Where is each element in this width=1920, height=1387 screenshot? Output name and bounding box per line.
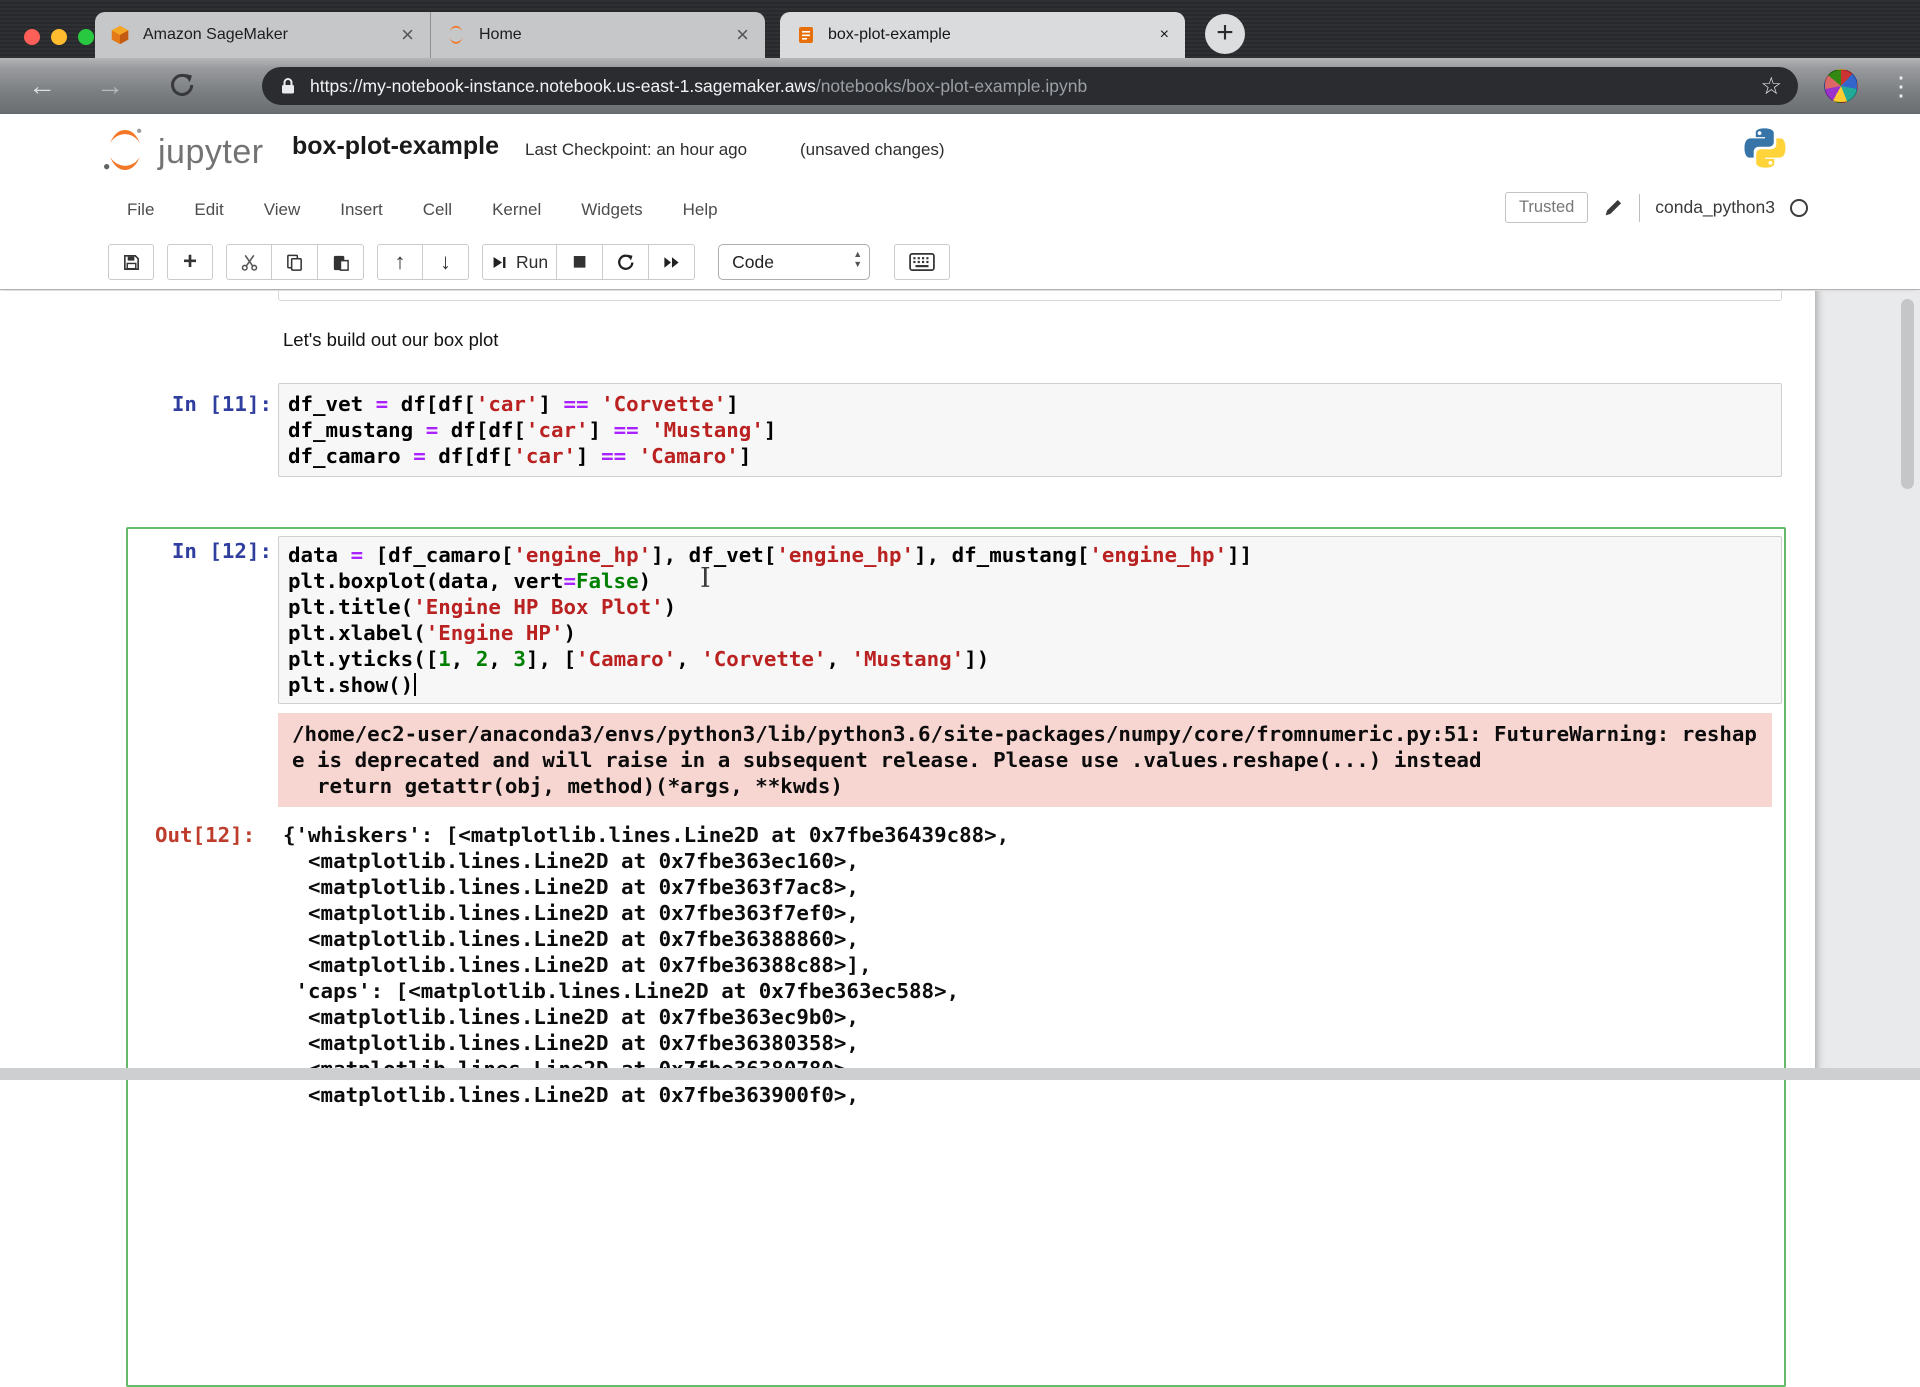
paste-icon xyxy=(331,253,350,272)
forward-icon[interactable]: → xyxy=(96,70,124,102)
tab-close-icon[interactable]: × xyxy=(734,24,751,46)
input-prompt: In [11]: xyxy=(126,391,272,417)
scrollbar[interactable] xyxy=(1901,299,1914,489)
zoom-window-button[interactable] xyxy=(78,29,94,45)
jupyter-logo[interactable]: jupyter xyxy=(100,125,264,175)
browser-profile-avatar[interactable] xyxy=(1824,69,1858,103)
run-label: Run xyxy=(516,252,548,273)
menu-cell[interactable]: Cell xyxy=(423,200,452,220)
tab-label: Home xyxy=(479,26,734,44)
partial-cell-above xyxy=(278,291,1782,301)
menu-widgets[interactable]: Widgets xyxy=(581,200,642,220)
unsaved-changes-status: (unsaved changes) xyxy=(800,140,945,160)
menu-view[interactable]: View xyxy=(264,200,301,220)
code-cell-11[interactable]: In [11]: df_vet = df[df['car'] == 'Corve… xyxy=(126,383,1786,477)
tab-label: Amazon SageMaker xyxy=(143,26,399,44)
code-input-area[interactable]: df_vet = df[df['car'] == 'Corvette']df_m… xyxy=(278,383,1782,477)
markdown-cell[interactable]: Let's build out our box plot xyxy=(283,329,498,351)
minimize-window-button[interactable] xyxy=(51,29,67,45)
code-cell-12-selected[interactable]: In [12]: data = [df_camaro['engine_hp'],… xyxy=(126,527,1786,1387)
move-cell-up-button[interactable]: ↑ xyxy=(377,244,423,280)
browser-tab-strip: Amazon SageMaker × Home × box-plot-examp… xyxy=(0,0,1920,58)
menu-edit[interactable]: Edit xyxy=(194,200,223,220)
notebook-title[interactable]: box-plot-example xyxy=(292,132,499,161)
move-cell-down-button[interactable]: ↓ xyxy=(423,244,469,280)
step-forward-icon xyxy=(491,254,508,271)
address-bar[interactable]: https://my-notebook-instance.notebook.us… xyxy=(262,67,1798,105)
output-row: Out[12]: {'whiskers': [<matplotlib.lines… xyxy=(128,816,1784,1108)
new-tab-button[interactable]: + xyxy=(1205,14,1245,54)
close-window-button[interactable] xyxy=(24,29,40,45)
cell-type-value: Code xyxy=(732,252,774,273)
notebook-area: Let's build out our box plot In [11]: df… xyxy=(0,291,1920,1080)
restart-icon xyxy=(615,252,636,273)
kernel-idle-indicator xyxy=(1790,199,1808,217)
jupyter-logo-icon xyxy=(100,125,150,175)
floppy-icon xyxy=(122,253,141,272)
checkpoint-status: Last Checkpoint: an hour ago xyxy=(525,140,747,160)
output-text: {'whiskers': [<matplotlib.lines.Line2D a… xyxy=(283,816,1784,1108)
menu-bar: File Edit View Insert Cell Kernel Widget… xyxy=(0,186,1920,234)
stderr-warning-output: /home/ec2-user/anaconda3/envs/python3/li… xyxy=(278,713,1772,807)
jupyter-tab-icon xyxy=(445,24,467,46)
tab-label: box-plot-example xyxy=(828,26,1160,44)
notebook-toolbar: + ↑ ↓ Run ■ xyxy=(0,234,1920,290)
url-text: https://my-notebook-instance.notebook.us… xyxy=(310,76,1087,97)
output-prompt: Out[12]: xyxy=(155,822,255,848)
restart-run-all-button[interactable] xyxy=(649,244,695,280)
input-prompt: In [12]: xyxy=(126,538,272,564)
menu-help[interactable]: Help xyxy=(683,200,718,220)
url-path: /notebooks/box-plot-example.ipynb xyxy=(816,76,1087,96)
interrupt-kernel-button[interactable]: ■ xyxy=(557,244,603,280)
reload-icon[interactable] xyxy=(168,71,196,99)
notebook-file-icon xyxy=(796,25,816,45)
url-host: https://my-notebook-instance.notebook.us… xyxy=(310,76,816,96)
scissors-icon xyxy=(240,253,259,272)
run-cell-button[interactable]: Run xyxy=(482,244,557,280)
cut-cell-button[interactable] xyxy=(226,244,272,280)
divider xyxy=(1639,194,1640,222)
menu-file[interactable]: File xyxy=(127,200,154,220)
tab-amazon-sagemaker[interactable]: Amazon SageMaker × xyxy=(95,12,430,58)
restart-kernel-button[interactable] xyxy=(603,244,649,280)
menu-kernel[interactable]: Kernel xyxy=(492,200,541,220)
fast-forward-icon xyxy=(662,253,681,272)
mouse-ibeam-cursor: I xyxy=(700,563,711,594)
browser-toolbar: ← → https://my-notebook-instance.noteboo… xyxy=(0,58,1920,114)
menu-insert[interactable]: Insert xyxy=(340,200,383,220)
bookmark-star-icon[interactable]: ☆ xyxy=(1760,72,1782,101)
copy-icon xyxy=(285,253,304,272)
kernel-name: conda_python3 xyxy=(1655,197,1775,218)
tab-box-plot-example[interactable]: box-plot-example × xyxy=(780,12,1185,58)
add-cell-button[interactable]: + xyxy=(167,244,213,280)
trusted-button[interactable]: Trusted xyxy=(1505,192,1588,223)
copy-cells-button[interactable] xyxy=(272,244,318,280)
tab-home[interactable]: Home × xyxy=(430,12,765,58)
code-input-area[interactable]: data = [df_camaro['engine_hp'], df_vet['… xyxy=(278,536,1782,704)
window-bottom-edge xyxy=(0,1068,1920,1080)
python-logo-icon xyxy=(1742,125,1788,171)
keyboard-icon xyxy=(909,252,935,272)
lock-icon xyxy=(278,76,298,96)
sagemaker-cube-icon xyxy=(109,24,131,46)
back-icon[interactable]: ← xyxy=(28,70,56,102)
pencil-icon xyxy=(1603,197,1624,218)
paste-cells-button[interactable] xyxy=(318,244,364,280)
window-controls xyxy=(24,29,94,45)
jupyter-logo-text: jupyter xyxy=(158,133,264,172)
save-button[interactable] xyxy=(108,244,154,280)
tab-close-icon[interactable]: × xyxy=(399,24,416,46)
browser-menu-icon[interactable]: ⋮ xyxy=(1888,73,1914,99)
select-stepper-icon: ▲▼ xyxy=(853,249,862,269)
cell-type-select[interactable]: Code ▲▼ xyxy=(718,244,870,280)
jupyter-header: jupyter box-plot-example Last Checkpoint… xyxy=(0,114,1920,290)
command-palette-button[interactable] xyxy=(894,244,950,280)
tab-close-icon[interactable]: × xyxy=(1160,26,1169,44)
page-gutter xyxy=(1815,291,1920,1080)
